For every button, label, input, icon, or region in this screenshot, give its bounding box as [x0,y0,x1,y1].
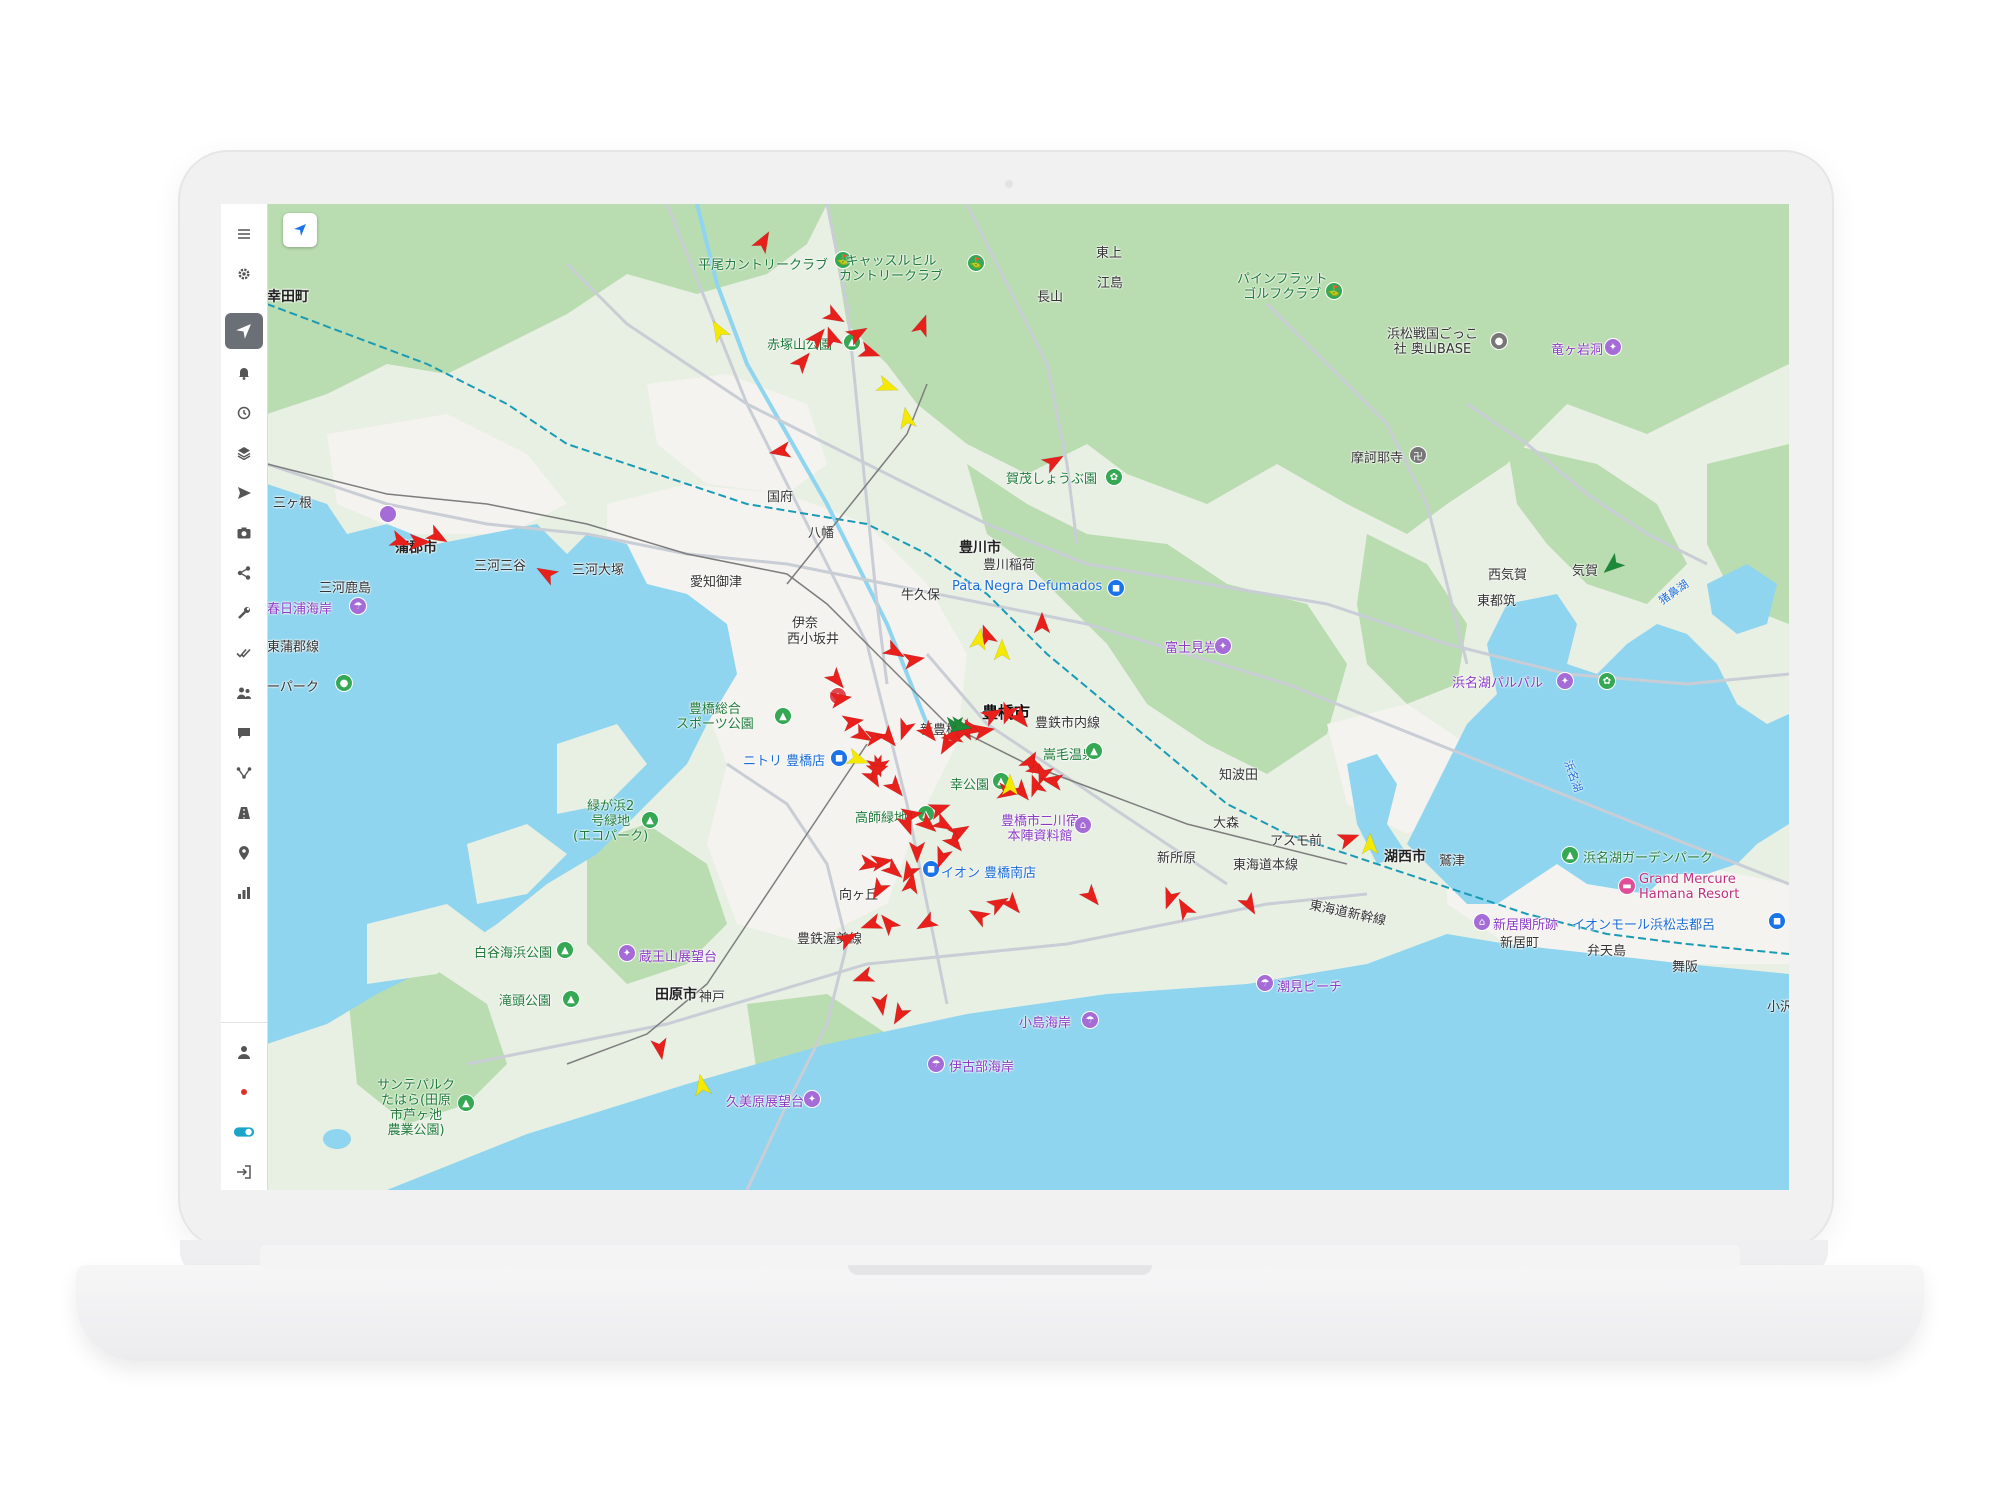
vehicle-marker[interactable] [866,876,892,903]
route-icon[interactable] [221,756,267,790]
vehicle-marker[interactable] [996,701,1020,727]
vehicle-marker[interactable] [908,841,926,864]
history-icon[interactable] [221,396,267,430]
vehicle-marker[interactable] [1336,827,1362,851]
vehicle-marker[interactable] [1033,611,1051,634]
vehicle-marker[interactable] [1236,891,1262,918]
vehicle-marker[interactable] [820,324,844,350]
sidebar [221,204,268,1190]
user-icon[interactable] [221,1035,267,1069]
bar-chart-icon[interactable] [221,876,267,910]
vehicle-marker[interactable] [844,321,871,347]
vehicle-marker[interactable] [887,1001,913,1028]
vehicle-marker[interactable] [870,993,891,1017]
vehicle-marker[interactable] [804,324,831,351]
vehicle-marker[interactable] [1078,883,1105,910]
vehicle-marker[interactable] [897,406,918,430]
vehicle-marker[interactable] [1040,449,1067,475]
vehicle-marker[interactable] [913,910,940,936]
vehicle-marker[interactable] [409,533,432,551]
navigation-arrow-icon [294,224,306,236]
locate-button[interactable] [283,213,317,247]
vehicle-marker[interactable] [850,965,876,988]
vehicle-marker[interactable] [882,774,909,801]
users-icon[interactable] [221,676,267,710]
vehicle-marker[interactable] [893,717,917,743]
vehicle-marker[interactable] [930,845,954,871]
double-check-icon[interactable] [221,636,267,670]
vehicle-marker[interactable] [979,702,1006,728]
vehicle-marker[interactable] [829,689,853,710]
vehicle-marker[interactable] [706,317,732,344]
map-canvas[interactable]: 豊橋市 豊川市 蒲郡市 湖西市 田原市 三河三谷 三河大塚 三河鹿島 愛知御津 … [267,204,1789,1190]
vehicle-marker[interactable] [910,312,933,338]
vehicle-marker[interactable] [768,440,792,461]
settings-icon[interactable] [221,257,267,291]
vehicle-marker[interactable] [424,523,451,549]
vehicle-marker[interactable] [1361,832,1379,855]
vehicle-marker[interactable] [857,340,883,363]
vehicle-marker[interactable] [1158,886,1182,912]
vehicle-marker[interactable] [823,666,850,693]
vehicle-marker[interactable] [999,891,1026,918]
bell-icon[interactable] [221,356,267,390]
wrench-icon[interactable] [221,596,267,630]
menu-icon[interactable] [221,217,267,251]
lid-notch [848,1265,1152,1275]
vehicle-marker[interactable] [834,926,861,952]
vehicle-marker[interactable] [789,348,816,375]
vehicle-marker[interactable] [858,912,884,935]
logout-icon[interactable] [221,1155,267,1189]
webcam-icon [1005,180,1013,188]
vehicle-marker-layer [388,228,1626,1097]
vehicle-marker[interactable] [915,719,942,746]
navigation-icon[interactable] [221,313,267,349]
status-dot-icon [221,1075,267,1109]
vehicle-marker[interactable] [902,650,926,671]
chat-icon[interactable] [221,716,267,750]
vehicle-marker[interactable] [875,910,902,937]
vehicle-marker[interactable] [649,1037,670,1061]
app-screen: 豊橋市 豊川市 蒲郡市 湖西市 田原市 三河三谷 三河大塚 三河鹿島 愛知御津 … [221,204,1789,1190]
vehicle-marker[interactable] [750,228,776,255]
road-icon[interactable] [221,796,267,830]
sidebar-divider [221,1022,267,1023]
toggle-icon[interactable] [221,1115,267,1149]
vehicle-marker[interactable] [845,747,871,770]
map-pin-icon[interactable] [221,836,267,870]
vehicle-marker[interactable] [993,638,1011,661]
vehicle-marker[interactable] [692,1073,713,1097]
vehicle-marker[interactable] [1172,895,1198,922]
vehicle-marker[interactable] [881,638,908,664]
layers-icon[interactable] [221,436,267,470]
share-icon[interactable] [221,556,267,590]
vehicle-marker[interactable] [1599,552,1626,579]
laptop-base [76,1265,1924,1361]
vehicle-marker[interactable] [941,829,968,856]
vehicle-marker[interactable] [965,903,992,929]
send-icon[interactable] [221,476,267,510]
vehicle-marker[interactable] [821,303,848,329]
vehicle-marker[interactable] [875,374,901,397]
camera-icon[interactable] [221,516,267,550]
vehicle-marker[interactable] [533,561,560,587]
